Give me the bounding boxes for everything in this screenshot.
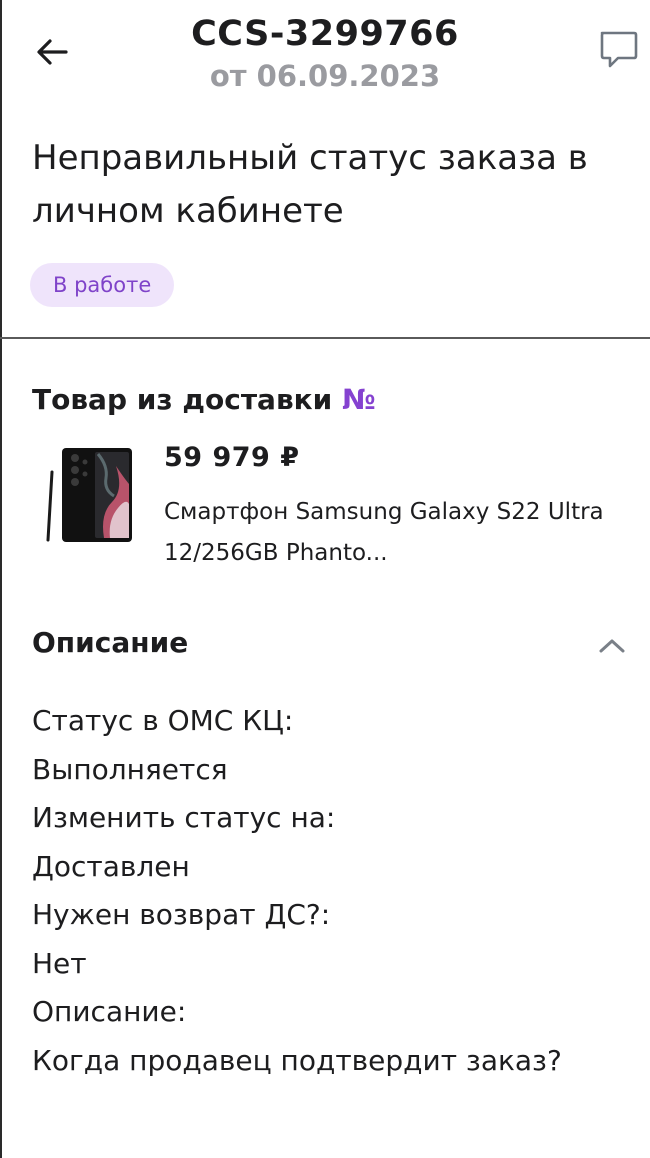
description-line: Описание: (32, 995, 187, 1028)
product-price: 59 979 ₽ (164, 442, 300, 473)
chat-bubble-icon (600, 31, 638, 68)
arrow-left-icon (37, 39, 68, 65)
description-line: Нужен возврат ДС?: (32, 898, 331, 931)
description-title: Описание (32, 626, 189, 659)
back-button[interactable] (28, 28, 76, 76)
ticket-subject: Неправильный статус заказа в личном каби… (32, 138, 588, 231)
chat-button[interactable] (592, 24, 644, 76)
description-toggle[interactable]: Описание (32, 626, 632, 666)
order-number-sign[interactable]: № (342, 383, 376, 416)
product-name: Смартфон Samsung Galaxy S22 Ultra 12/256… (164, 499, 604, 566)
description-line: Доставлен (32, 849, 190, 883)
ticket-date: от 06.09.2023 (209, 59, 441, 93)
status-badge: В работе (30, 263, 175, 307)
ticket-id: CCS-3299766 (191, 14, 459, 54)
product-image (46, 448, 132, 542)
description-line: Статус в ОМС КЦ: (32, 704, 294, 737)
description-line: Нет (32, 946, 87, 980)
top-bar: CCS-3299766 от 06.09.2023 (0, 0, 650, 110)
screen-edge (0, 0, 2, 1158)
description-line: Выполняется (32, 752, 228, 786)
description-line: Когда продавец подтвердит заказ? (32, 1043, 562, 1077)
product-card[interactable]: 59 979 ₽ Смартфон Samsung Galaxy S22 Ult… (30, 440, 630, 566)
chevron-up-icon (599, 639, 625, 653)
description-line: Изменить статус на: (32, 801, 336, 834)
ticket-header: CCS-3299766 от 06.09.2023 (100, 12, 550, 96)
description-body: Статус в ОМС КЦ: Выполняется Изменить ст… (32, 697, 632, 1085)
section-divider (0, 337, 650, 339)
product-section-label: Товар из доставки (32, 383, 333, 416)
product-section-title: Товар из доставки № (32, 383, 376, 416)
